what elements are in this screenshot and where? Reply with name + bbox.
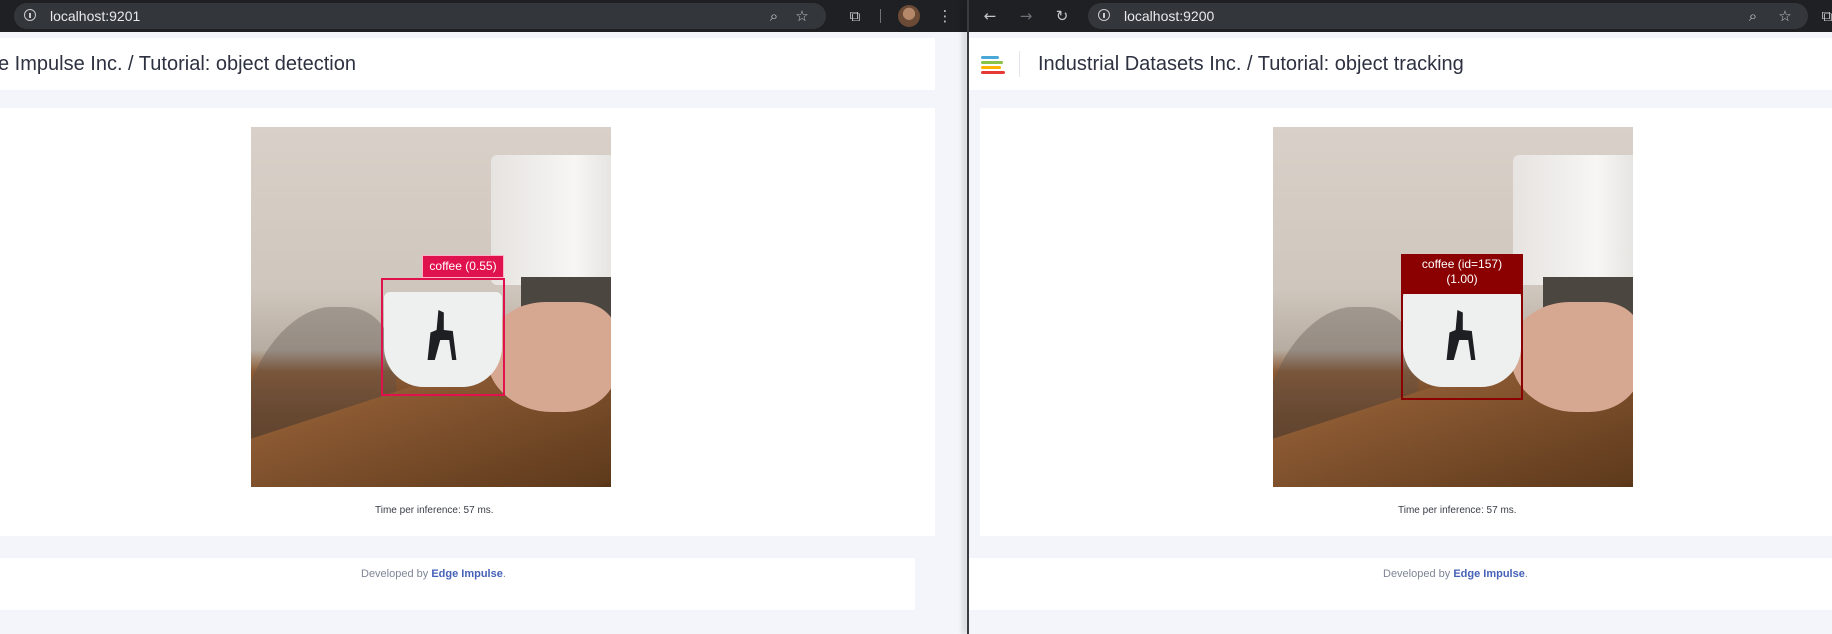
- info-icon[interactable]: [24, 9, 36, 21]
- tracking-label-score: (1.00): [1446, 272, 1478, 286]
- right-footer: [969, 558, 1832, 610]
- image-hand: [1511, 302, 1633, 412]
- star-icon[interactable]: ☆: [1775, 6, 1795, 26]
- tracking-label-name: coffee (id=157): [1421, 257, 1503, 271]
- inference-time: Time per inference: 57 ms.: [1398, 505, 1517, 516]
- edge-impulse-link[interactable]: Edge Impulse: [1453, 568, 1525, 580]
- footer-prefix: Developed by: [361, 568, 432, 580]
- left-url: localhost:9201: [50, 8, 141, 24]
- left-page-header: e Impulse Inc. / Tutorial: object detect…: [0, 38, 935, 90]
- star-icon[interactable]: ☆: [792, 6, 812, 26]
- more-icon[interactable]: ⋮: [935, 6, 955, 26]
- left-browser-toolbar: localhost:9201 ⌕ ☆ ⧉ ⋮: [0, 0, 967, 32]
- left-browser-window: localhost:9201 ⌕ ☆ ⧉ ⋮ e Impulse Inc. / …: [0, 0, 967, 634]
- footer-text: Developed by Edge Impulse.: [1383, 568, 1528, 580]
- left-footer: [0, 558, 915, 610]
- extensions-icon[interactable]: ⧉: [845, 6, 865, 26]
- detection-box: [381, 278, 505, 396]
- reload-icon[interactable]: ↻: [1052, 6, 1072, 26]
- header-separator: [1019, 51, 1020, 77]
- back-icon[interactable]: ←: [980, 6, 1000, 26]
- page-title: e Impulse Inc. / Tutorial: object detect…: [0, 53, 356, 75]
- right-browser-window: ← → ↻ localhost:9200 ⌕ ☆ ⧉ Industrial Da…: [969, 0, 1832, 634]
- avatar[interactable]: [898, 5, 920, 27]
- image-lamp: [491, 155, 611, 285]
- tracking-label: coffee (id=157) (1.00): [1401, 254, 1523, 294]
- footer-suffix: .: [1524, 568, 1528, 580]
- right-page-header: Industrial Datasets Inc. / Tutorial: obj…: [969, 38, 1832, 90]
- info-icon[interactable]: [1098, 9, 1110, 21]
- app-logo-icon[interactable]: [981, 56, 1007, 74]
- left-address-bar[interactable]: localhost:9201 ⌕ ☆: [14, 3, 826, 29]
- forward-icon[interactable]: →: [1016, 6, 1036, 26]
- right-browser-toolbar: ← → ↻ localhost:9200 ⌕ ☆ ⧉: [969, 0, 1832, 32]
- extensions-icon[interactable]: ⧉: [1817, 6, 1832, 26]
- right-address-bar[interactable]: localhost:9200 ⌕ ☆: [1088, 3, 1808, 29]
- zoom-icon[interactable]: ⌕: [764, 6, 784, 26]
- image-lamp: [1513, 155, 1633, 285]
- image-hand: [487, 302, 611, 412]
- detection-label: coffee (0.55): [422, 255, 504, 278]
- zoom-icon[interactable]: ⌕: [1743, 6, 1763, 26]
- inference-time: Time per inference: 57 ms.: [375, 505, 494, 516]
- page-title: Industrial Datasets Inc. / Tutorial: obj…: [1038, 53, 1464, 75]
- edge-impulse-link[interactable]: Edge Impulse: [431, 568, 503, 580]
- toolbar-separator: [880, 9, 881, 23]
- footer-suffix: .: [502, 568, 506, 580]
- right-url: localhost:9200: [1124, 8, 1215, 24]
- footer-prefix: Developed by: [1383, 568, 1454, 580]
- footer-text: Developed by Edge Impulse.: [361, 568, 506, 580]
